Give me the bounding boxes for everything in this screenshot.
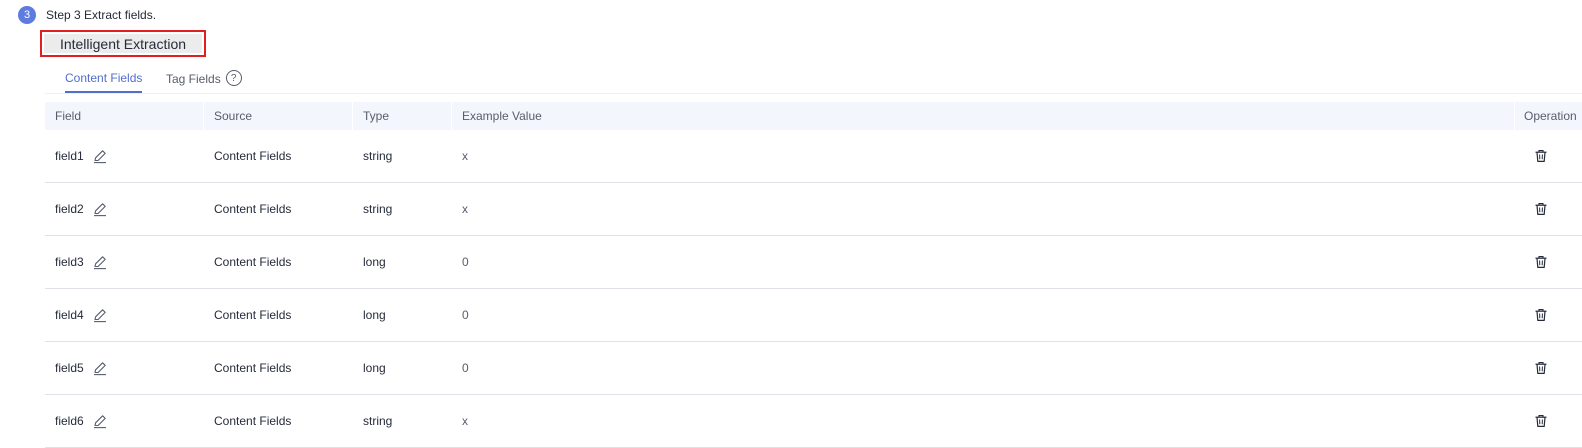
edit-icon[interactable] xyxy=(92,360,108,376)
edit-icon[interactable] xyxy=(92,307,108,323)
delete-icon[interactable] xyxy=(1534,308,1548,322)
type-cell: long xyxy=(363,308,386,322)
operation-cell xyxy=(1534,395,1548,447)
type-cell: long xyxy=(363,255,386,269)
delete-icon[interactable] xyxy=(1534,202,1548,216)
column-header-type: Type xyxy=(363,109,390,123)
type-cell: string xyxy=(363,202,393,216)
field-cell: field3 xyxy=(55,236,108,288)
step-title: Step 3 Extract fields. xyxy=(46,8,157,22)
table-row: field2 Content Fields string x xyxy=(45,183,1582,236)
field-name: field4 xyxy=(55,308,84,322)
column-divider xyxy=(1514,102,1515,130)
operation-cell xyxy=(1534,183,1548,235)
field-name: field6 xyxy=(55,414,84,428)
intelligent-extraction-label: Intelligent Extraction xyxy=(44,34,202,53)
tab-content-fields[interactable]: Content Fields xyxy=(65,71,143,93)
source-cell: Content Fields xyxy=(214,308,292,322)
source-cell: Content Fields xyxy=(214,255,292,269)
help-icon[interactable]: ? xyxy=(225,70,242,86)
operation-cell xyxy=(1534,342,1548,394)
step-header: 3 Step 3 Extract fields. xyxy=(18,5,156,25)
tab-tag-fields-label: Tag Fields xyxy=(166,71,221,86)
field-cell: field2 xyxy=(55,183,108,235)
field-name: field1 xyxy=(55,149,84,163)
delete-icon[interactable] xyxy=(1534,149,1548,163)
operation-cell xyxy=(1534,289,1548,341)
delete-icon[interactable] xyxy=(1534,414,1548,428)
column-header-source: Source xyxy=(214,109,253,123)
column-divider xyxy=(451,102,452,130)
edit-icon[interactable] xyxy=(92,254,108,270)
field-cell: field4 xyxy=(55,289,108,341)
field-name: field3 xyxy=(55,255,84,269)
table-row: field4 Content Fields long 0 xyxy=(45,289,1582,342)
type-cell: long xyxy=(363,361,386,375)
table-row: field1 Content Fields string x xyxy=(45,130,1582,183)
field-name: field2 xyxy=(55,202,84,216)
table-row: field5 Content Fields long 0 xyxy=(45,342,1582,395)
tab-tag-fields[interactable]: Tag Fields ? xyxy=(166,70,242,86)
example-value-cell: 0 xyxy=(462,361,469,375)
example-value-cell: 0 xyxy=(462,308,469,322)
column-header-operation: Operation xyxy=(1524,109,1577,123)
source-cell: Content Fields xyxy=(214,361,292,375)
field-cell: field5 xyxy=(55,342,108,394)
column-header-example-value: Example Value xyxy=(462,109,542,123)
field-cell: field6 xyxy=(55,395,108,447)
edit-icon[interactable] xyxy=(92,148,108,164)
column-divider xyxy=(203,102,204,130)
source-cell: Content Fields xyxy=(214,414,292,428)
example-value-cell: x xyxy=(462,202,468,216)
edit-icon[interactable] xyxy=(92,201,108,217)
type-cell: string xyxy=(363,149,393,163)
source-cell: Content Fields xyxy=(214,149,292,163)
delete-icon[interactable] xyxy=(1534,255,1548,269)
column-header-field: Field xyxy=(55,109,82,123)
edit-icon[interactable] xyxy=(92,413,108,429)
type-cell: string xyxy=(363,414,393,428)
field-tabs: Content Fields Tag Fields ? xyxy=(45,64,1582,94)
example-value-cell: 0 xyxy=(462,255,469,269)
table-body: field1 Content Fields string x field2 Content… xyxy=(45,130,1582,448)
table-row: field3 Content Fields long 0 xyxy=(45,236,1582,289)
example-value-cell: x xyxy=(462,149,468,163)
operation-cell xyxy=(1534,130,1548,182)
source-cell: Content Fields xyxy=(214,202,292,216)
table-header: Field Source Type Example Value Operatio… xyxy=(45,102,1582,130)
intelligent-extraction-button[interactable]: Intelligent Extraction xyxy=(40,30,206,57)
field-cell: field1 xyxy=(55,130,108,182)
fields-table: Field Source Type Example Value Operatio… xyxy=(45,102,1582,448)
operation-cell xyxy=(1534,236,1548,288)
field-name: field5 xyxy=(55,361,84,375)
table-row: field6 Content Fields string x xyxy=(45,395,1582,448)
step-number-badge: 3 xyxy=(18,6,36,24)
delete-icon[interactable] xyxy=(1534,361,1548,375)
example-value-cell: x xyxy=(462,414,468,428)
column-divider xyxy=(352,102,353,130)
